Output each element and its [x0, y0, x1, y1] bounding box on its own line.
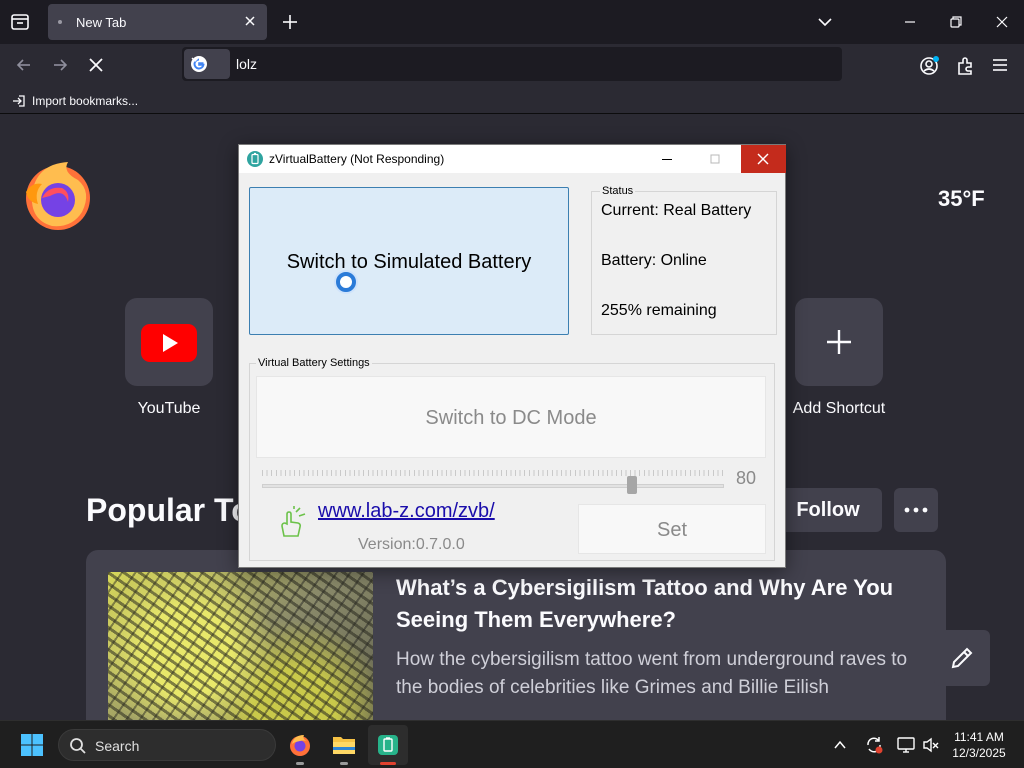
- extensions-icon[interactable]: [954, 55, 976, 77]
- virtual-battery-settings-group: Virtual Battery Settings Switch to DC Mo…: [249, 357, 775, 561]
- address-bar[interactable]: lolz: [182, 47, 842, 81]
- story-description: How the cybersigilism tattoo went from u…: [396, 649, 908, 698]
- story-thumbnail: [108, 572, 373, 720]
- taskbar: Search 11:41 AM 12/3/2025: [0, 720, 1024, 768]
- shortcut-tile[interactable]: [795, 298, 883, 386]
- follow-button[interactable]: Follow: [774, 488, 882, 532]
- search-engine-button[interactable]: [184, 49, 230, 79]
- settings-group-label: Virtual Battery Settings: [256, 357, 372, 369]
- more-options-button[interactable]: [894, 488, 938, 532]
- volume-muted-icon[interactable]: [922, 735, 940, 755]
- network-icon[interactable]: [896, 735, 916, 755]
- switch-button-label: Switch to Simulated Battery: [286, 251, 532, 273]
- minimize-icon[interactable]: [659, 151, 675, 167]
- taskbar-app-zvirtualbattery[interactable]: [368, 725, 408, 765]
- slider-value: 80: [736, 468, 757, 488]
- busy-cursor-icon: [336, 272, 356, 292]
- account-icon[interactable]: [918, 55, 940, 77]
- navigation-toolbar: lolz: [0, 44, 1024, 86]
- remaining-text: 255% remaining: [601, 302, 717, 319]
- taskbar-app-file-explorer[interactable]: [324, 725, 364, 765]
- switch-to-simulated-battery-button[interactable]: Switch to Simulated Battery: [249, 187, 569, 335]
- new-tab-icon[interactable]: [280, 12, 300, 32]
- tab-title: New Tab: [76, 15, 127, 30]
- weather-temperature[interactable]: 35°F: [938, 186, 985, 212]
- ellipsis-icon: [904, 507, 928, 513]
- firefox-logo-icon: [26, 162, 90, 230]
- battery-level-slider[interactable]: [262, 484, 724, 488]
- status-group-label: Status: [600, 185, 636, 197]
- youtube-icon: [141, 324, 197, 362]
- file-explorer-icon: [333, 737, 355, 754]
- window-close-icon[interactable]: [994, 14, 1010, 30]
- close-icon: [757, 153, 769, 165]
- window-title: zVirtualBattery (Not Responding): [269, 152, 445, 166]
- import-bookmarks-label: Import bookmarks...: [32, 94, 139, 108]
- tab-bar: New Tab: [0, 0, 1024, 44]
- taskbar-app-firefox[interactable]: [280, 725, 320, 765]
- window-close-button[interactable]: [741, 145, 786, 173]
- battery-state-text: Battery: Online: [601, 252, 707, 269]
- restore-icon[interactable]: [948, 14, 964, 30]
- active-indicator: [380, 762, 396, 765]
- search-icon: [70, 738, 86, 754]
- status-group: Status Current: Real Battery Battery: On…: [591, 185, 777, 335]
- forward-icon[interactable]: [50, 55, 70, 75]
- chevron-down-icon: [191, 57, 199, 62]
- sync-icon[interactable]: [864, 735, 884, 755]
- hamburger-menu-icon[interactable]: [990, 55, 1010, 75]
- window-titlebar[interactable]: zVirtualBattery (Not Responding): [239, 145, 786, 173]
- plus-icon: [827, 330, 851, 354]
- firefox-view-icon[interactable]: [8, 10, 32, 34]
- chevron-up-icon[interactable]: [832, 737, 848, 753]
- popular-topics-heading: Popular To: [86, 492, 251, 528]
- shortcut-add[interactable]: Add Shortcut: [784, 298, 894, 418]
- clock-time: 11:41 AM: [954, 730, 1004, 744]
- slider-ticks: [262, 470, 724, 476]
- stop-loading-icon[interactable]: [86, 55, 106, 75]
- switch-to-dc-mode-button[interactable]: Switch to DC Mode: [256, 376, 766, 458]
- running-indicator: [340, 762, 348, 765]
- shortcut-youtube[interactable]: YouTube: [114, 298, 224, 418]
- zvb-website-link[interactable]: www.lab-z.com/zvb/: [318, 500, 495, 523]
- windows-start-icon[interactable]: [20, 733, 44, 757]
- set-button[interactable]: Set: [578, 504, 766, 554]
- shortcut-label: Add Shortcut: [792, 400, 886, 417]
- import-icon: [13, 95, 25, 107]
- minimize-icon[interactable]: [902, 14, 918, 30]
- zvirtualbattery-window: zVirtualBattery (Not Responding) Switch …: [238, 144, 786, 568]
- address-bar-text[interactable]: lolz: [236, 56, 257, 72]
- clock[interactable]: 11:41 AM 12/3/2025: [950, 729, 1008, 761]
- pointing-hand-icon: [281, 506, 306, 537]
- import-bookmarks-button[interactable]: Import bookmarks...: [12, 92, 138, 110]
- shortcut-tile[interactable]: [125, 298, 213, 386]
- zvirtualbattery-icon: [378, 735, 398, 755]
- bookmarks-toolbar: Import bookmarks...: [0, 86, 1024, 114]
- taskbar-search-label: Search: [95, 738, 140, 754]
- back-icon[interactable]: [14, 55, 34, 75]
- tab-loading-icon: [58, 20, 62, 24]
- running-indicator: [296, 762, 304, 765]
- maximize-icon[interactable]: [707, 151, 723, 167]
- current-source-text: Current: Real Battery: [601, 202, 752, 219]
- version-label: Version:0.7.0.0: [358, 536, 465, 553]
- chevron-down-icon[interactable]: [817, 14, 833, 30]
- shortcut-label: YouTube: [137, 400, 201, 417]
- story-title[interactable]: What’s a Cybersigilism Tattoo and Why Ar…: [396, 572, 926, 636]
- story-card[interactable]: What’s a Cybersigilism Tattoo and Why Ar…: [86, 550, 946, 720]
- clock-date: 12/3/2025: [952, 746, 1006, 760]
- firefox-icon: [290, 735, 310, 756]
- tab-close-icon[interactable]: [243, 14, 257, 28]
- pencil-icon: [951, 647, 973, 669]
- customize-button[interactable]: [934, 630, 990, 686]
- taskbar-search-box[interactable]: Search: [58, 729, 276, 761]
- slider-thumb[interactable]: [626, 476, 637, 494]
- zvirtualbattery-icon: [247, 151, 263, 167]
- tab-new-tab[interactable]: New Tab: [48, 4, 267, 40]
